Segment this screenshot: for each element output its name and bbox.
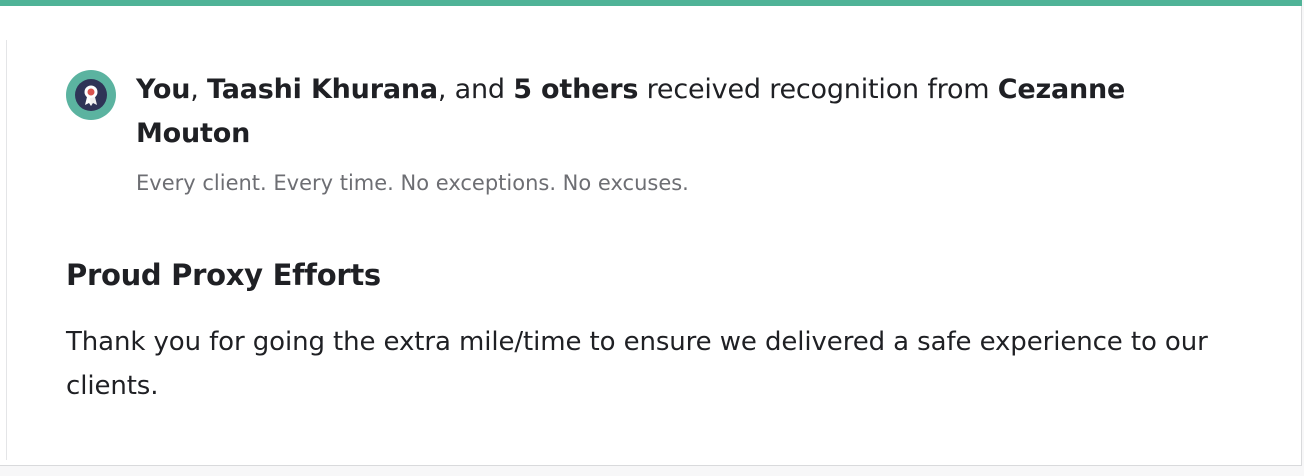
award-ribbon-icon-graphic [75,79,107,111]
accent-bar [0,0,1302,6]
recognition-title: Proud Proxy Efforts [66,258,381,292]
recipient-you[interactable]: You [136,74,190,105]
award-ribbon-icon [66,70,116,120]
header-text: received recognition from [638,74,998,105]
recognition-subtitle: Every client. Every time. No exceptions.… [136,171,689,195]
card-notch [0,40,7,460]
page: You, Taashi Khurana, and 5 others receiv… [0,0,1304,476]
header-separator: , and [437,74,514,105]
recognition-message: Thank you for going the extra mile/time … [66,327,1208,401]
recipient-name[interactable]: Taashi Khurana [207,74,438,105]
others-count[interactable]: 5 others [513,74,638,105]
header-separator: , [190,74,208,105]
recognition-card: You, Taashi Khurana, and 5 others receiv… [0,0,1302,466]
recognition-header: You, Taashi Khurana, and 5 others receiv… [136,68,1226,156]
